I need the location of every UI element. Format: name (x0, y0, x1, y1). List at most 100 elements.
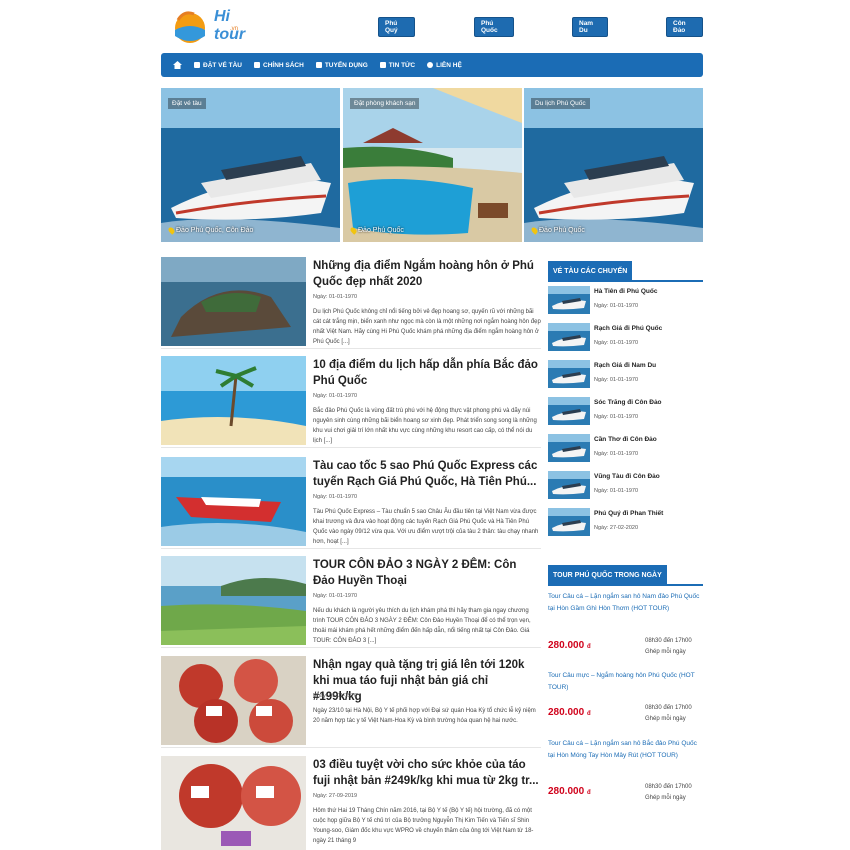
route-thumbnail[interactable] (548, 434, 590, 462)
tour-name[interactable]: Tour Câu cá – Lặn ngắm san hô Bắc đảo Ph… (548, 738, 703, 762)
banner-location: Đảo Phú Quốc (530, 226, 585, 235)
nav-label: LIÊN HỆ (436, 61, 462, 69)
location-icon (427, 62, 434, 68)
article-date: Ngày: 01-01-1970 (313, 693, 358, 699)
route-thumbnail[interactable] (548, 397, 590, 425)
article-title[interactable]: Tàu cao tốc 5 sao Phú Quốc Express các t… (313, 458, 539, 490)
nav-label: TIN TỨC (388, 61, 416, 69)
article-title[interactable]: TOUR CÔN ĐẢO 3 NGÀY 2 ĐÊM: Côn Đảo Huyền… (313, 557, 539, 589)
route-name[interactable]: Vũng Tàu đi Côn Đảo (594, 473, 660, 480)
pin-icon (167, 226, 176, 235)
tour-item: Tour Câu cá – Lặn ngắm san hô Nam đảo Ph… (548, 591, 703, 655)
banner-location: Đảo Phú Quốc, Côn Đảo (167, 226, 254, 235)
ferry-image (161, 88, 340, 242)
tour-price: 280.000 đ (548, 786, 591, 797)
route-thumbnail[interactable] (548, 286, 590, 314)
route-item: Rạch Giá đi Phú Quốc Ngày: 01-01-1970 (548, 323, 703, 358)
route-thumbnail[interactable] (548, 471, 590, 499)
tour-time: 08h30 đến 17h00 (645, 705, 692, 711)
site-logo[interactable]: Hi tour .vn (170, 6, 262, 46)
route-name[interactable]: Hà Tiên đi Phú Quốc (594, 288, 657, 295)
article-thumbnail[interactable] (161, 756, 306, 850)
banner-tag: Du lịch Phú Quốc (531, 98, 590, 109)
tour-name[interactable]: Tour Câu cá – Lặn ngắm san hô Nam đảo Ph… (548, 591, 703, 615)
article-item: 03 điều tuyệt vời cho sức khỏe của táo f… (161, 756, 541, 850)
route-name[interactable]: Sóc Trăng đi Côn Đảo (594, 399, 662, 406)
tour-time: 08h30 đến 17h00 (645, 638, 692, 644)
route-date: Ngày: 01-01-1970 (594, 414, 639, 420)
sidebar-tours-title: TOUR PHÚ QUỐC TRONG NGÀY (548, 565, 667, 585)
article-item: Những địa điểm Ngắm hoàng hôn ở Phú Quốc… (161, 257, 541, 349)
news-icon (379, 62, 386, 68)
route-name[interactable]: Rạch Giá đi Nam Du (594, 362, 656, 369)
article-title[interactable]: 10 địa điểm du lịch hấp dẫn phía Bắc đảo… (313, 357, 539, 389)
article-excerpt: Nếu du khách là người yêu thích du lịch … (313, 608, 531, 644)
article-excerpt: Hôm thứ Hai 19 Tháng Chín năm 2016, tại … (313, 808, 534, 844)
resort-image (343, 88, 522, 242)
route-date: Ngày: 01-01-1970 (594, 377, 639, 383)
article-title[interactable]: 03 điều tuyệt vời cho sức khỏe của táo f… (313, 757, 539, 789)
article-date: Ngày: 01-01-1970 (313, 494, 358, 500)
route-thumbnail[interactable] (548, 360, 590, 388)
route-item: Phú Quý đi Phan Thiết Ngày: 27-02-2020 (548, 508, 703, 543)
banner-location-text: Đảo Phú Quốc (358, 227, 404, 234)
pin-icon (349, 226, 358, 235)
banner-du-lich[interactable]: Du lịch Phú Quốc Đảo Phú Quốc (524, 88, 703, 242)
article-excerpt: Tàu Phú Quốc Express – Tàu chuẩn 5 sao C… (313, 509, 539, 545)
top-button-phu-quoc[interactable]: Phú Quốc (474, 17, 514, 37)
ship-icon (194, 62, 200, 68)
nav-item-dat-ve-tau[interactable]: ĐẶT VÉ TÀU (194, 62, 242, 69)
article-item: TOUR CÔN ĐẢO 3 NGÀY 2 ĐÊM: Côn Đảo Huyền… (161, 556, 541, 648)
article-date: Ngày: 01-01-1970 (313, 593, 358, 599)
top-button-nam-du[interactable]: Nam Du (572, 17, 608, 37)
article-date: Ngày: 01-01-1970 (313, 294, 358, 300)
article-date: Ngày: 01-01-1970 (313, 393, 358, 399)
sidebar-divider (548, 280, 703, 282)
tour-price-value: 280.000 (548, 640, 585, 651)
banner-location-text: Đảo Phú Quốc (539, 227, 585, 234)
nav-home[interactable] (173, 61, 182, 69)
tour-price: 280.000 đ (548, 707, 591, 718)
route-date: Ngày: 27-02-2020 (594, 525, 639, 531)
nav-item-tin-tuc[interactable]: TIN TỨC (379, 61, 416, 69)
route-date: Ngày: 01-01-1970 (594, 303, 639, 309)
nav-item-tuyen-dung[interactable]: TUYỂN DỤNG (315, 62, 368, 69)
route-thumbnail[interactable] (548, 508, 590, 536)
article-excerpt: Ngày 23/10 tại Hà Nội, Bộ Y tế phối hợp … (313, 708, 536, 724)
tour-item: Tour Câu cá – Lặn ngắm san hô Bắc đảo Ph… (548, 738, 703, 801)
route-item: Hà Tiên đi Phú Quốc Ngày: 01-01-1970 (548, 286, 703, 321)
article-title[interactable]: Những địa điểm Ngắm hoàng hôn ở Phú Quốc… (313, 258, 539, 290)
article-date: Ngày: 27-09-2019 (313, 793, 358, 799)
top-button-con-dao[interactable]: Côn Đảo (666, 17, 703, 37)
article-item: Tàu cao tốc 5 sao Phú Quốc Express các t… (161, 457, 541, 549)
article-thumbnail[interactable] (161, 556, 306, 645)
home-icon (173, 61, 182, 69)
article-thumbnail[interactable] (161, 457, 306, 546)
logo-sub: .vn (230, 26, 239, 32)
tour-join: Ghép mỗi ngày (645, 795, 686, 801)
tour-join: Ghép mỗi ngày (645, 649, 686, 655)
top-button-phu-quy[interactable]: Phú Quý (378, 17, 415, 37)
route-item: Rạch Giá đi Nam Du Ngày: 01-01-1970 (548, 360, 703, 395)
tour-name[interactable]: Tour Câu mực – Ngắm hoàng hôn Phú Quốc (… (548, 670, 703, 694)
banner-location-text: Đảo Phú Quốc, Côn Đảo (176, 227, 254, 234)
route-name[interactable]: Cần Thơ đi Côn Đảo (594, 436, 657, 443)
article-thumbnail[interactable] (161, 257, 306, 346)
main-nav: ĐẶT VÉ TÀU CHÍNH SÁCH TUYỂN DỤNG TIN TỨC… (161, 53, 703, 77)
tour-price-value: 280.000 (548, 707, 585, 718)
tour-price: 280.000 đ (548, 640, 591, 651)
article-excerpt: Bắc đảo Phú Quốc là vùng đất trù phú với… (313, 408, 537, 444)
tour-item: Tour Câu mực – Ngắm hoàng hôn Phú Quốc (… (548, 670, 703, 722)
banner-tag: Đặt vé tàu (168, 98, 206, 109)
nav-item-chinh-sach[interactable]: CHÍNH SÁCH (254, 62, 304, 69)
nav-item-lien-he[interactable]: LIÊN HỆ (427, 62, 462, 69)
article-thumbnail[interactable] (161, 356, 306, 445)
banner-dat-ve-tau[interactable]: Đặt vé tàu Đảo Phú Quốc, Côn Đảo (161, 88, 340, 242)
banner-dat-phong[interactable]: Đặt phòng khách sạn Đảo Phú Quốc (343, 88, 522, 242)
article-thumbnail[interactable] (161, 656, 306, 745)
route-name[interactable]: Phú Quý đi Phan Thiết (594, 510, 663, 517)
route-name[interactable]: Rạch Giá đi Phú Quốc (594, 325, 662, 332)
route-thumbnail[interactable] (548, 323, 590, 351)
route-item: Sóc Trăng đi Côn Đảo Ngày: 01-01-1970 (548, 397, 703, 432)
article-excerpt: Du lịch Phú Quốc không chỉ nổi tiếng bởi… (313, 309, 541, 345)
